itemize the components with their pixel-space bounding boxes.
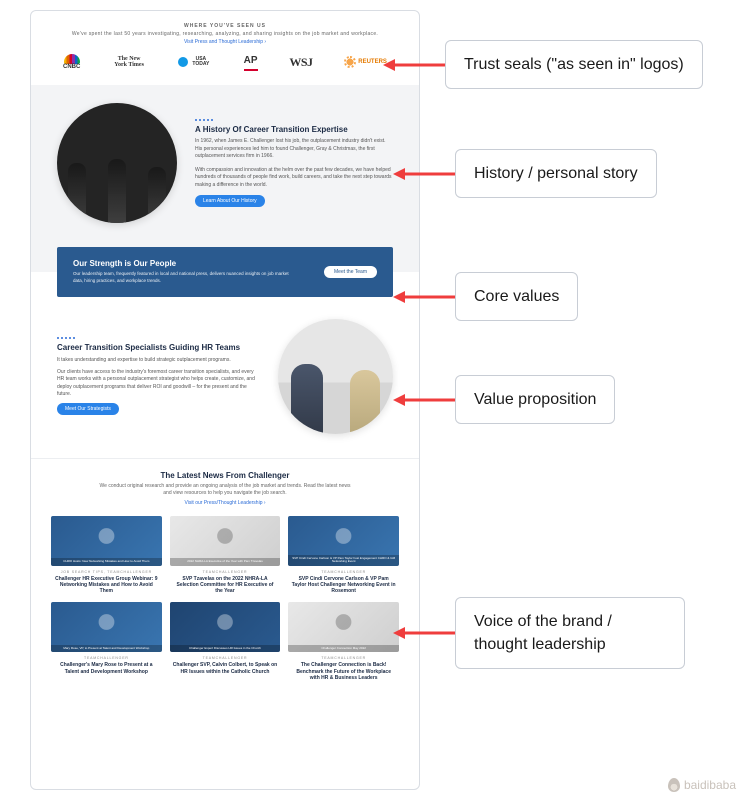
history-cta-button[interactable]: Learn About Our History	[195, 195, 265, 207]
arrow-icon	[383, 55, 445, 75]
annotation-value-prop: Value proposition	[393, 375, 615, 424]
news-thumb: Challenger Expert Discusses HR Issues in…	[170, 602, 281, 652]
value-prop-section: Career Transition Specialists Guiding HR…	[31, 297, 419, 458]
news-thumb: Mary Rose, VP, to Present at Talent and …	[51, 602, 162, 652]
news-card-title: Challenger SVP, Calvin Colbert, to Speak…	[170, 662, 281, 675]
arrow-icon	[393, 164, 455, 184]
news-section: The Latest News From Challenger We condu…	[31, 458, 419, 698]
history-body-2: With compassion and innovation at the he…	[195, 167, 393, 190]
news-card[interactable]: SVP Cindi Cervone Carlson & VP Pam Taylo…	[288, 516, 399, 595]
news-link[interactable]: Visit our Press/Thought Leadership ›	[184, 500, 265, 506]
news-card-title: Challenger's Mary Rose to Present at a T…	[51, 662, 162, 675]
news-card[interactable]: Challenger Connection May 2022 TEAMCHALLE…	[288, 602, 399, 681]
news-card[interactable]: Challenger Expert Discusses HR Issues in…	[170, 602, 281, 681]
annotation-core-values: Core values	[393, 272, 578, 321]
logo-ap: AP	[244, 53, 258, 71]
news-card-title: Challenger HR Executive Group Webinar: 9…	[51, 576, 162, 595]
dot-rule	[195, 119, 393, 121]
news-eyebrow: TEAMCHALLENGER	[170, 570, 281, 574]
dot-rule	[57, 337, 260, 339]
news-card-title: The Challenger Connection is Back! Bench…	[288, 662, 399, 681]
annotation-history: History / personal story	[393, 149, 657, 198]
news-card[interactable]: 2022 NHRA-LA Executive of the Year with …	[170, 516, 281, 595]
annotation-label: History / personal story	[455, 149, 657, 198]
trust-eyebrow: WHERE YOU'VE SEEN US	[59, 23, 391, 29]
news-eyebrow: TEAMCHALLENGER	[288, 656, 399, 660]
value-title: Career Transition Specialists Guiding HR…	[57, 343, 260, 353]
news-thumb: Challenger Connection May 2022	[288, 602, 399, 652]
watermark: baidibaba	[668, 778, 736, 792]
logo-cnbc: CNBC	[63, 53, 80, 71]
annotation-label: Core values	[455, 272, 578, 321]
watermark-text: baidibaba	[684, 778, 736, 792]
news-card[interactable]: CHRO Hosts: New Networking Mistakes and …	[51, 516, 162, 595]
annotation-label: Trust seals ("as seen in" logos)	[445, 40, 703, 89]
value-body-2: Our clients have access to the industry'…	[57, 369, 260, 399]
news-thumb-caption: Challenger Connection May 2022	[288, 645, 399, 652]
logo-reuters: REUTERS	[344, 53, 387, 71]
news-thumb: SVP Cindi Cervone Carlson & VP Pam Taylo…	[288, 516, 399, 566]
news-thumb-caption: CHRO Hosts: New Networking Mistakes and …	[51, 558, 162, 565]
news-thumb-caption: SVP Cindi Cervone Carlson & VP Pam Taylo…	[288, 555, 399, 566]
history-title: A History Of Career Transition Expertise	[195, 125, 393, 135]
arrow-icon	[393, 390, 455, 410]
news-eyebrow: TEAMCHALLENGER	[288, 570, 399, 574]
logo-usatoday: USA TODAY	[178, 53, 212, 71]
history-text: A History Of Career Transition Expertise…	[195, 119, 393, 208]
annotation-thought-leadership: Voice of the brand / thought leadership	[393, 597, 685, 669]
arrow-icon	[393, 287, 455, 307]
history-body-1: In 1962, when James E. Challenger lost h…	[195, 138, 393, 161]
flame-icon	[668, 778, 680, 792]
trust-section: WHERE YOU'VE SEEN US We've spent the las…	[31, 11, 419, 85]
news-thumb: 2022 NHRA-LA Executive of the Year with …	[170, 516, 281, 566]
news-thumb-caption: 2022 NHRA-LA Executive of the Year with …	[170, 558, 281, 565]
history-image	[57, 103, 177, 223]
news-card[interactable]: Mary Rose, VP, to Present at Talent and …	[51, 602, 162, 681]
meet-team-button[interactable]: Meet the Team	[324, 266, 377, 278]
value-body-1: It takes understanding and expertise to …	[57, 357, 260, 365]
arrow-icon	[393, 623, 455, 643]
news-eyebrow: JOB SEARCH TIPS, TEAMCHALLENGER	[51, 570, 162, 574]
news-subtitle: We conduct original research and provide…	[95, 483, 355, 497]
news-eyebrow: TEAMCHALLENGER	[51, 656, 162, 660]
value-cta-button[interactable]: Meet Our Strategists	[57, 403, 119, 415]
news-thumb-caption: Mary Rose, VP, to Present at Talent and …	[51, 645, 162, 652]
logo-wsj: WSJ	[289, 53, 312, 71]
news-heading: The Latest News From Challenger	[51, 471, 399, 480]
news-card-title: SVP Tzavelas on the 2022 NHRA-LA Selecti…	[170, 576, 281, 595]
news-thumb: CHRO Hosts: New Networking Mistakes and …	[51, 516, 162, 566]
annotation-trust-seals: Trust seals ("as seen in" logos)	[383, 40, 703, 89]
trust-link[interactable]: Visit Press and Thought Leadership ›	[184, 39, 266, 45]
banner-wrap: Our Strength is Our People Our leadershi…	[31, 247, 419, 297]
page-mockup: WHERE YOU'VE SEEN US We've spent the las…	[30, 10, 420, 790]
core-values-banner: Our Strength is Our People Our leadershi…	[57, 247, 393, 297]
logo-nyt: The New York Times	[112, 53, 146, 71]
trust-subtitle: We've spent the last 50 years investigat…	[59, 31, 391, 37]
news-thumb-caption: Challenger Expert Discusses HR Issues in…	[170, 645, 281, 652]
value-image	[278, 319, 393, 434]
annotation-label: Value proposition	[455, 375, 615, 424]
news-card-title: SVP Cindi Cervone Carlson & VP Pam Taylo…	[288, 576, 399, 595]
banner-body: Our leadership team, frequently featured…	[73, 271, 293, 285]
news-eyebrow: TEAMCHALLENGER	[170, 656, 281, 660]
banner-title: Our Strength is Our People	[73, 259, 293, 268]
logo-row: CNBC The New York Times USA TODAY AP WSJ…	[59, 53, 391, 71]
news-grid: CHRO Hosts: New Networking Mistakes and …	[51, 516, 399, 682]
annotation-label: Voice of the brand / thought leadership	[455, 597, 685, 669]
history-section: A History Of Career Transition Expertise…	[31, 85, 419, 247]
